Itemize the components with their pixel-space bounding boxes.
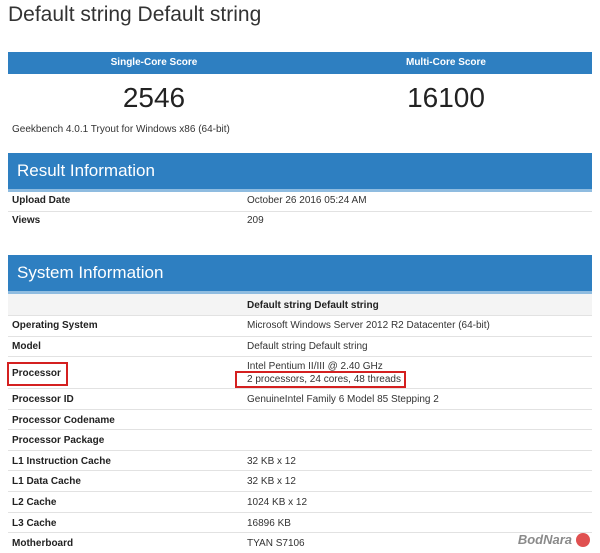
- row-key: Motherboard: [12, 538, 74, 549]
- row-value: Microsoft Windows Server 2012 R2 Datacen…: [247, 320, 490, 331]
- row-key: Upload Date: [12, 195, 71, 206]
- row-key: Processor Codename: [12, 415, 115, 426]
- row-key: L3 Cache: [12, 518, 57, 529]
- system-column-header-label: Default string Default string: [247, 300, 379, 311]
- system-information-header: System Information: [8, 255, 592, 291]
- row-key: Operating System: [12, 320, 98, 331]
- row-value: 32 KB x 12: [247, 456, 296, 467]
- processor-cores-highlight: [235, 371, 406, 388]
- score-header-bar: Single-Core Score Multi-Core Score: [8, 52, 592, 74]
- processor-label-highlight: [7, 362, 68, 386]
- score-values: 2546 16100: [8, 80, 592, 120]
- row-key: L1 Data Cache: [12, 476, 81, 487]
- table-row: L3 Cache 16896 KB: [8, 513, 592, 533]
- system-column-header: Default string Default string: [8, 294, 592, 316]
- row-value: GenuineIntel Family 6 Model 85 Stepping …: [247, 394, 439, 405]
- row-key: Views: [12, 215, 41, 226]
- row-value: Default string Default string: [247, 341, 368, 352]
- table-row: Motherboard TYAN S7106: [8, 533, 592, 553]
- watermark-text: BodNara: [517, 532, 572, 547]
- single-core-score-value: 2546: [122, 82, 186, 113]
- row-value: 1024 KB x 12: [247, 497, 308, 508]
- row-value: 209: [247, 215, 264, 226]
- row-key: Model: [12, 341, 41, 352]
- single-core-score-label: Single-Core Score: [110, 57, 198, 68]
- result-information-header: Result Information: [8, 153, 592, 189]
- row-key: L2 Cache: [12, 497, 57, 508]
- page-title: Default string Default string: [8, 3, 262, 26]
- multi-core-score-value: 16100: [407, 82, 485, 113]
- benchmark-version-note: Geekbench 4.0.1 Tryout for Windows x86 (…: [12, 124, 230, 135]
- row-value: October 26 2016 05:24 AM: [247, 195, 367, 206]
- row-key: L1 Instruction Cache: [12, 456, 111, 467]
- row-value: 16896 KB: [247, 518, 291, 529]
- table-row: L1 Data Cache 32 KB x 12: [8, 471, 592, 492]
- table-row: Processor Package: [8, 430, 592, 451]
- row-key: Processor Package: [12, 435, 105, 446]
- row-key: Processor ID: [12, 394, 74, 405]
- table-row: Model Default string Default string: [8, 337, 592, 357]
- table-row: Operating System Microsoft Windows Serve…: [8, 316, 592, 337]
- watermark-seal-icon: [576, 532, 590, 547]
- row-value: 32 KB x 12: [247, 476, 296, 487]
- row-value: TYAN S7106: [247, 538, 305, 549]
- table-row: L1 Instruction Cache 32 KB x 12: [8, 451, 592, 471]
- table-row: L2 Cache 1024 KB x 12: [8, 492, 592, 513]
- table-row: Upload Date October 26 2016 05:24 AM: [8, 192, 592, 212]
- table-row: Processor ID GenuineIntel Family 6 Model…: [8, 389, 592, 410]
- table-row: Views 209: [8, 212, 592, 232]
- table-row: Processor Codename: [8, 410, 592, 430]
- watermark: BodNara: [518, 532, 590, 547]
- multi-core-score-label: Multi-Core Score: [405, 57, 486, 68]
